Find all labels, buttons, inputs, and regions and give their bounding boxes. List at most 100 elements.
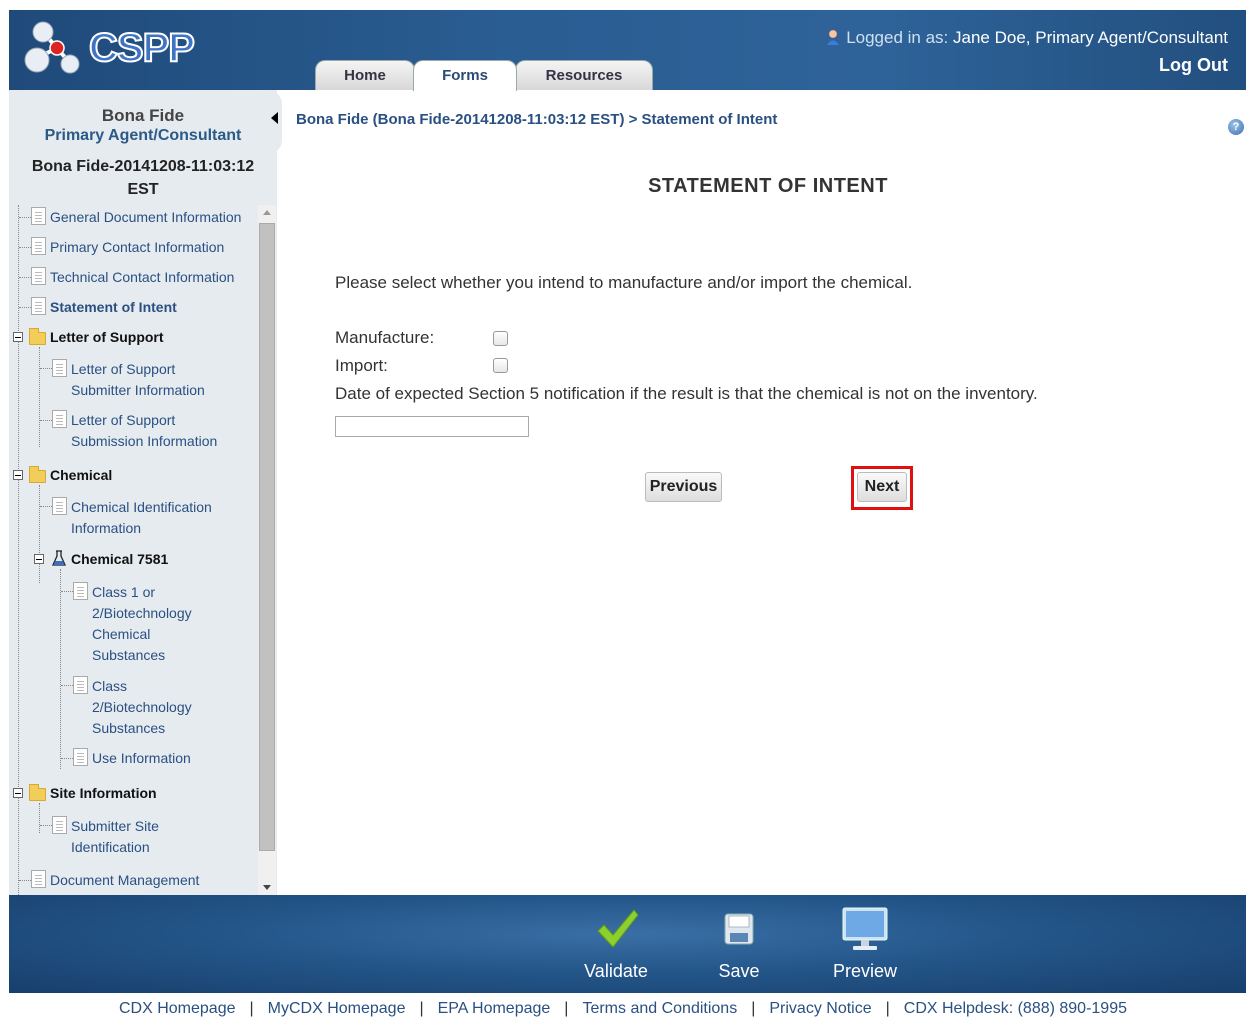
- page-title: STATEMENT OF INTENT: [648, 175, 888, 197]
- tree-item-class-1-or-2-biotechnology-chemical-substances[interactable]: Class 1 or 2/Biotechnology Chemical Subs…: [92, 582, 192, 666]
- folder-icon: [29, 466, 46, 483]
- navigation-tree: General Document Information Primary Con…: [9, 205, 257, 895]
- document-icon: [52, 816, 67, 834]
- collapse-icon[interactable]: [34, 554, 44, 564]
- tree-line: [19, 217, 31, 218]
- cdx-helpdesk-link[interactable]: CDX Helpdesk: (888) 890-1995: [904, 1000, 1127, 1017]
- tree-item-use-information[interactable]: Use Information: [92, 748, 191, 769]
- help-icon[interactable]: ?: [1228, 119, 1244, 135]
- tree-folder-chemical-7581[interactable]: Chemical 7581: [71, 549, 168, 570]
- tree-item-label: Substances: [92, 720, 166, 736]
- tab-resources[interactable]: Resources: [515, 60, 653, 90]
- tree-line: [19, 307, 31, 308]
- collapse-icon[interactable]: [13, 332, 23, 342]
- document-id: Bona Fide-20141208-11:03:12 EST: [31, 158, 255, 198]
- validate-label: Validate: [584, 961, 648, 981]
- document-icon: [52, 359, 67, 377]
- tree-item-general-document-information[interactable]: General Document Information: [50, 207, 241, 228]
- tree-item-label: Class 1 or: [92, 584, 156, 600]
- instruction-text: Please select whether you intend to manu…: [335, 273, 913, 292]
- tree-item-label: Chemical Identification: [71, 499, 212, 515]
- user-role: Primary Agent/Consultant: [44, 127, 242, 144]
- document-icon: [73, 582, 88, 600]
- tree-line: [40, 506, 52, 507]
- logged-in-user: Jane Doe, Primary Agent/Consultant: [953, 28, 1228, 47]
- logout-link[interactable]: Log Out: [1159, 55, 1228, 76]
- epa-homepage-link[interactable]: EPA Homepage: [438, 1000, 551, 1017]
- folder-icon: [29, 784, 46, 801]
- document-type: Bona Fide: [101, 106, 185, 125]
- tree-line: [61, 591, 73, 592]
- document-icon: [31, 237, 46, 255]
- logo-text: CSPP: [88, 25, 196, 71]
- scroll-up-icon[interactable]: [263, 210, 271, 215]
- tree-item-document-management[interactable]: Document Management: [50, 870, 199, 891]
- date-label: Date of expected Section 5 notification …: [335, 384, 1038, 403]
- preview-label: Preview: [832, 961, 898, 981]
- footer-links: CDX Homepage | MyCDX Homepage | EPA Homepage…: [0, 1000, 1246, 1019]
- tree-item-label: Submitter Site: [71, 818, 159, 834]
- tree-item-technical-contact-information[interactable]: Technical Contact Information: [50, 267, 234, 288]
- privacy-notice-link[interactable]: Privacy Notice: [769, 1000, 871, 1017]
- tree-line: [40, 420, 52, 421]
- document-icon: [31, 297, 46, 315]
- save-label: Save: [718, 961, 760, 981]
- mycdx-homepage-link[interactable]: MyCDX Homepage: [268, 1000, 406, 1017]
- tree-line: [39, 347, 40, 447]
- tab-forms[interactable]: Forms: [413, 60, 517, 91]
- tree-item-label: Information: [71, 520, 142, 536]
- terms-and-conditions-link[interactable]: Terms and Conditions: [582, 1000, 737, 1017]
- import-label: Import:: [335, 356, 388, 375]
- sidebar-scrollbar[interactable]: [258, 205, 276, 895]
- tree-item-class-2-biotechnology-substances[interactable]: Class 2/Biotechnology Substances: [92, 676, 192, 739]
- tree-item-chemical-identification-information[interactable]: Chemical Identification Information: [71, 497, 212, 539]
- section-5-date-input[interactable]: [335, 416, 529, 437]
- cspp-logo[interactable]: CSPP: [23, 18, 203, 80]
- floppy-disk-icon: [724, 913, 754, 945]
- tree-item-label: Identification: [71, 839, 150, 855]
- tree-item-primary-contact-information[interactable]: Primary Contact Information: [50, 237, 224, 258]
- tree-line: [40, 368, 52, 369]
- tree-folder-chemical[interactable]: Chemical: [50, 465, 112, 486]
- manufacture-label: Manufacture:: [335, 328, 435, 347]
- tree-item-submitter-site-identification[interactable]: Submitter Site Identification: [71, 816, 159, 858]
- document-icon: [73, 676, 88, 694]
- navigation-sidebar: Bona Fide Primary Agent/Consultant Bona …: [9, 90, 277, 895]
- tree-folder-site-information[interactable]: Site Information: [50, 783, 157, 804]
- user-icon: [827, 29, 840, 45]
- app-header: CSPP Home Resources Forms Logged in as: …: [9, 10, 1246, 91]
- separator: |: [564, 1000, 569, 1017]
- cdx-homepage-link[interactable]: CDX Homepage: [119, 1000, 236, 1017]
- tree-item-statement-of-intent[interactable]: Statement of Intent: [50, 297, 177, 318]
- tree-item-letter-of-support-submission-information[interactable]: Letter of Support Submission Information: [71, 410, 217, 452]
- logged-in-prefix: Logged in as:: [846, 28, 949, 47]
- scroll-thumb[interactable]: [259, 223, 275, 851]
- monitor-icon: [842, 907, 888, 950]
- tree-item-label: Class: [92, 678, 128, 694]
- flask-icon: [52, 550, 66, 566]
- collapse-icon[interactable]: [13, 470, 23, 480]
- manufacture-checkbox[interactable]: [493, 331, 508, 346]
- collapse-icon[interactable]: [13, 788, 23, 798]
- tree-line: [40, 825, 52, 826]
- tree-item-label: Chemical: [92, 626, 151, 642]
- import-checkbox[interactable]: [493, 358, 508, 373]
- previous-button[interactable]: Previous: [645, 472, 722, 502]
- action-toolbar: Validate Save Preview: [9, 895, 1246, 993]
- tree-line: [61, 685, 73, 686]
- collapse-sidebar-icon[interactable]: [268, 90, 282, 154]
- tree-item-label: Submitter Information: [71, 382, 205, 398]
- tree-item-label: Substances: [92, 647, 166, 663]
- tree-item-letter-of-support-submitter-information[interactable]: Letter of Support Submitter Information: [71, 359, 205, 401]
- folder-icon: [29, 328, 46, 345]
- scroll-down-icon[interactable]: [263, 885, 271, 890]
- next-button[interactable]: Next: [857, 472, 907, 502]
- sidebar-header: Bona Fide Primary Agent/Consultant Bona …: [9, 90, 277, 201]
- tree-line: [60, 569, 61, 769]
- tree-folder-letter-of-support[interactable]: Letter of Support: [50, 327, 164, 348]
- tree-item-label: Letter of Support: [71, 361, 176, 377]
- tree-line: [19, 247, 31, 248]
- breadcrumb[interactable]: Bona Fide (Bona Fide-20141208-11:03:12 E…: [296, 111, 777, 128]
- tab-home[interactable]: Home: [315, 60, 415, 90]
- molecule-icon: [24, 21, 80, 74]
